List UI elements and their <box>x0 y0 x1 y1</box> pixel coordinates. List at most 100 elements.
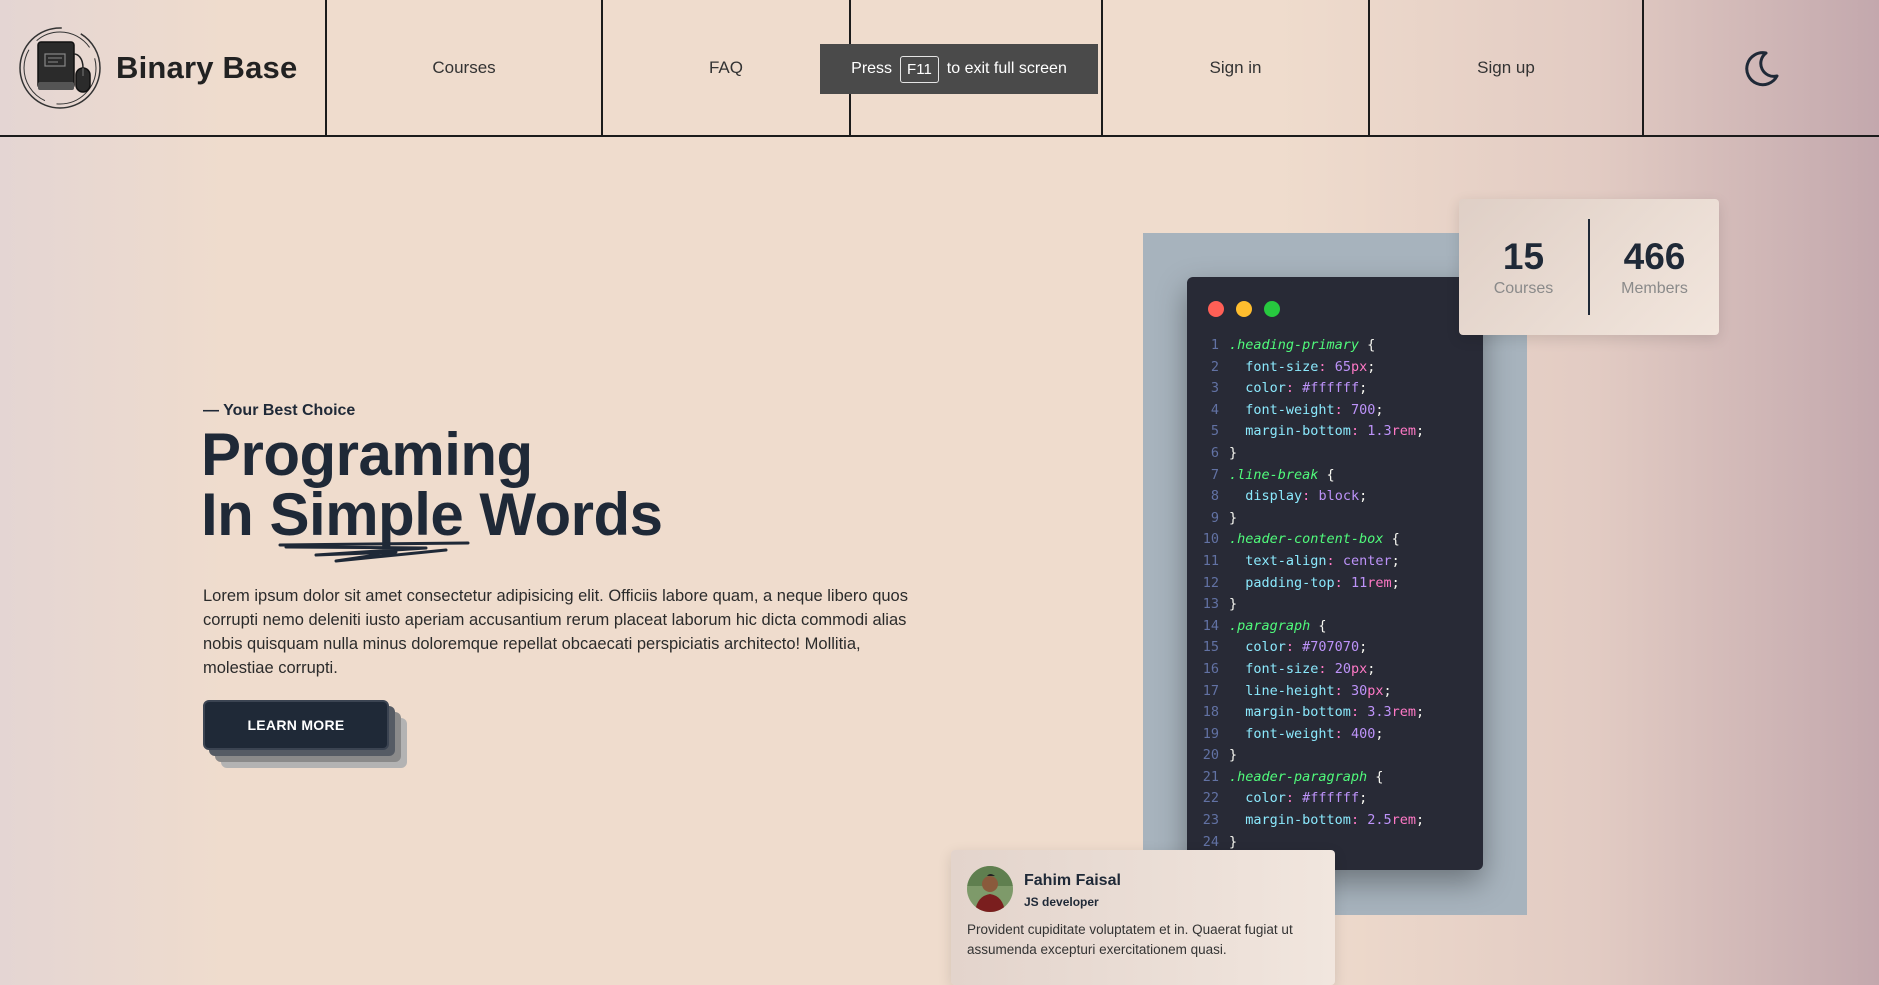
toast-suffix: to exit full screen <box>946 60 1067 77</box>
line-number: 18 <box>1202 704 1219 721</box>
stat-members-value: 466 <box>1623 236 1686 277</box>
heading-line-2-pre: In <box>201 481 270 548</box>
code-text: .line-break { <box>1229 466 1335 483</box>
code-text: font-weight: 400; <box>1245 725 1384 742</box>
line-number: 5 <box>1210 423 1219 440</box>
moon-icon <box>1744 50 1778 86</box>
code-text: .paragraph { <box>1229 617 1327 634</box>
stat-courses-label: Courses <box>1493 280 1554 297</box>
code-text: font-weight: 700; <box>1245 401 1384 418</box>
minimize-dot-icon <box>1236 301 1252 317</box>
code-line: 23 margin-bottom: 2.5rem; <box>1199 810 1479 832</box>
testimonial-quote: Provident cupiditate voluptatem et in. Q… <box>967 922 1293 957</box>
code-line: 9} <box>1199 508 1479 530</box>
line-number: 2 <box>1210 358 1219 375</box>
heading-line-2-post: Words <box>463 481 663 548</box>
line-number: 22 <box>1202 790 1219 807</box>
line-number: 21 <box>1202 768 1219 785</box>
code-text: margin-bottom: 1.3rem; <box>1245 423 1425 440</box>
code-text: margin-bottom: 3.3rem; <box>1245 704 1425 721</box>
code-line: 14 .paragraph { <box>1199 616 1479 638</box>
code-text: display: block; <box>1245 488 1368 505</box>
code-line: 15 color: #707070; <box>1199 637 1479 659</box>
code-text: color: #707070; <box>1245 639 1368 656</box>
line-number: 15 <box>1202 639 1219 656</box>
code-line: 18 margin-bottom: 3.3rem; <box>1199 702 1479 724</box>
stat-members-label: Members <box>1621 280 1688 297</box>
line-number: 8 <box>1210 488 1219 505</box>
scribble-underline-icon <box>278 541 469 563</box>
code-text: line-height: 30px; <box>1245 682 1392 699</box>
code-text: .heading-primary { <box>1229 337 1376 353</box>
learn-more-button[interactable]: LEARN MORE <box>203 700 389 750</box>
brand-name: Binary Base <box>116 49 298 85</box>
heading-line-2: In Simple Words <box>201 481 663 563</box>
stat-courses: 15 Courses <box>1459 236 1588 298</box>
line-number: 6 <box>1210 444 1219 461</box>
code-line: 11 text-align: center; <box>1199 551 1479 573</box>
code-line: 22 color: #ffffff; <box>1199 788 1479 810</box>
code-text: } <box>1229 444 1238 461</box>
code-text: padding-top: 11rem; <box>1245 574 1400 591</box>
avatar <box>967 866 1013 912</box>
learn-more-group: LEARN MORE <box>203 700 413 770</box>
brand[interactable]: Binary Base <box>0 0 327 135</box>
close-dot-icon <box>1208 301 1224 317</box>
nav-courses[interactable]: Courses <box>327 0 603 135</box>
code-line: 10 .header-content-box { <box>1199 529 1479 551</box>
window-controls <box>1208 301 1280 317</box>
testimonial-name: Fahim Faisal <box>1024 872 1121 889</box>
line-number: 14 <box>1202 617 1219 634</box>
testimonial-card: Fahim Faisal JS developer Provident cupi… <box>951 850 1335 985</box>
code-line: 7 .line-break { <box>1199 465 1479 487</box>
stat-members: 466 Members <box>1590 236 1719 298</box>
line-number: 20 <box>1202 747 1219 764</box>
toast-prefix: Press <box>851 60 893 77</box>
code-line: 16 font-size: 20px; <box>1199 659 1479 681</box>
avatar-photo-icon <box>967 866 1013 912</box>
line-number: 9 <box>1210 509 1219 526</box>
line-number: 16 <box>1202 660 1219 677</box>
heading-line-1: Programing <box>201 421 533 488</box>
code-line: 17 line-height: 30px; <box>1199 681 1479 703</box>
code-line: 19 font-weight: 400; <box>1199 724 1479 746</box>
nav-faq[interactable]: FAQ <box>603 0 851 135</box>
code-text: .header-paragraph { <box>1229 768 1384 785</box>
nav-sign-in-label: Sign in <box>1209 57 1262 77</box>
line-number: 13 <box>1202 596 1219 613</box>
hero-paragraph: Lorem ipsum dolor sit amet consectetur a… <box>203 587 908 677</box>
line-number: 7 <box>1210 466 1219 483</box>
code-text: color: #ffffff; <box>1245 380 1368 397</box>
toast-key: F11 <box>900 55 939 83</box>
code-line: 20} <box>1199 745 1479 767</box>
code-line: 4 font-weight: 700; <box>1199 400 1479 422</box>
line-number: 11 <box>1202 552 1219 569</box>
nav-courses-label: Courses <box>432 57 496 77</box>
code-line: 3 color: #ffffff; <box>1199 378 1479 400</box>
line-number: 19 <box>1202 725 1219 742</box>
code-text: color: #ffffff; <box>1245 790 1368 807</box>
code-line: 8 display: block; <box>1199 486 1479 508</box>
nav-sign-up[interactable]: Sign up <box>1370 0 1644 135</box>
line-number: 23 <box>1202 812 1219 829</box>
code-text: } <box>1229 509 1238 526</box>
stats-card: 15 Courses 466 Members <box>1459 199 1719 335</box>
code-text: text-align: center; <box>1245 552 1400 569</box>
code-line: 6} <box>1199 443 1479 465</box>
code-text: } <box>1229 596 1238 613</box>
code-line: 2 font-size: 65px; <box>1199 357 1479 379</box>
code-text: } <box>1229 747 1238 764</box>
maximize-dot-icon <box>1264 301 1280 317</box>
code-line: 1 .heading-primary { <box>1199 335 1479 357</box>
code-line: 21 .header-paragraph { <box>1199 767 1479 789</box>
line-number: 12 <box>1202 574 1219 591</box>
code-text: margin-bottom: 2.5rem; <box>1245 812 1425 829</box>
theme-toggle[interactable] <box>1644 0 1879 135</box>
logo-icon <box>19 26 101 109</box>
hero-eyebrow: — Your Best Choice <box>203 402 356 419</box>
code-text: font-size: 65px; <box>1245 358 1376 375</box>
stat-courses-value: 15 <box>1502 236 1545 277</box>
line-number: 4 <box>1210 401 1219 418</box>
nav-sign-in[interactable]: Sign in <box>1103 0 1370 135</box>
line-number: 3 <box>1210 380 1219 397</box>
